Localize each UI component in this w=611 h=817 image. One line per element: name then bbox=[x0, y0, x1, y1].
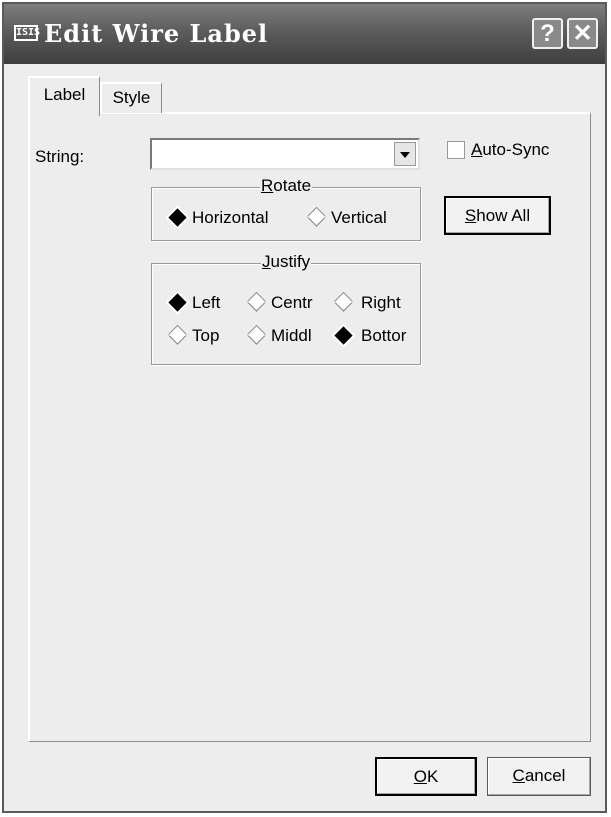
radio-unchecked-icon bbox=[168, 326, 187, 345]
radio-unchecked-icon bbox=[247, 326, 266, 345]
radio-unchecked-icon bbox=[247, 293, 266, 312]
show-all-button[interactable]: Show All bbox=[444, 196, 551, 235]
rotate-legend-rest: otate bbox=[273, 176, 312, 195]
help-button[interactable]: ? bbox=[532, 18, 563, 49]
ok-button[interactable]: OK bbox=[375, 757, 477, 796]
justify-top-radio[interactable] bbox=[166, 324, 190, 348]
title-bar[interactable]: ISIS Edit Wire Label ? ✕ bbox=[4, 4, 605, 64]
rotate-horizontal-label[interactable]: Horizontal bbox=[192, 208, 269, 228]
rotate-vertical-radio[interactable] bbox=[305, 206, 329, 230]
radio-unchecked-icon bbox=[334, 293, 353, 312]
radio-checked-icon bbox=[331, 323, 356, 348]
edit-wire-label-dialog: ISIS Edit Wire Label ? ✕ Label Style Str… bbox=[2, 2, 607, 813]
auto-sync-accel: A bbox=[471, 140, 483, 159]
show-all-label-rest: how All bbox=[476, 206, 531, 225]
justify-left-label[interactable]: Left bbox=[192, 293, 220, 313]
rotate-group: Rotate Horizontal Vertical bbox=[151, 176, 421, 241]
justify-top-label[interactable]: Top bbox=[192, 326, 219, 346]
ok-accel: O bbox=[413, 767, 427, 786]
tab-style[interactable]: Style bbox=[100, 82, 162, 113]
string-dropdown-button[interactable] bbox=[394, 142, 416, 166]
string-label: String: bbox=[35, 147, 85, 166]
close-button[interactable]: ✕ bbox=[567, 18, 598, 49]
justify-right-radio[interactable] bbox=[332, 291, 356, 315]
rotate-accel: R bbox=[261, 176, 274, 195]
justify-group-label: Justify bbox=[261, 252, 312, 272]
justify-left-radio[interactable] bbox=[165, 290, 190, 315]
radio-unchecked-icon bbox=[307, 208, 326, 227]
rotate-group-label: Rotate bbox=[260, 176, 313, 196]
justify-middle-radio[interactable] bbox=[245, 324, 269, 348]
window-title: Edit Wire Label bbox=[44, 19, 269, 48]
justify-right-label[interactable]: Right bbox=[361, 293, 401, 313]
radio-checked-icon bbox=[165, 205, 190, 230]
rotate-vertical-label[interactable]: Vertical bbox=[331, 208, 387, 228]
justify-centre-label[interactable]: Centr bbox=[271, 293, 313, 313]
rotate-horizontal-radio[interactable] bbox=[165, 205, 190, 230]
cancel-label-rest: ancel bbox=[524, 766, 566, 785]
justify-bottom-radio[interactable] bbox=[331, 323, 356, 348]
radio-checked-icon bbox=[165, 290, 190, 315]
justify-centre-radio[interactable] bbox=[245, 291, 269, 315]
justify-legend-rest: ustify bbox=[270, 252, 311, 271]
string-combobox[interactable] bbox=[150, 138, 420, 170]
cancel-accel: C bbox=[512, 766, 525, 785]
justify-middle-label[interactable]: Middl bbox=[271, 326, 312, 346]
ok-label-rest: K bbox=[426, 767, 439, 786]
auto-sync-label[interactable]: Auto-Sync bbox=[471, 140, 549, 160]
isis-app-icon: ISIS bbox=[14, 25, 40, 41]
cancel-button[interactable]: Cancel bbox=[487, 757, 591, 796]
tab-label[interactable]: Label bbox=[28, 76, 100, 116]
justify-bottom-label[interactable]: Bottor bbox=[361, 326, 406, 346]
auto-sync-checkbox[interactable] bbox=[447, 141, 465, 159]
justify-group: Justify Left Centr Right Top Middl Botto… bbox=[151, 252, 421, 365]
close-icon: ✕ bbox=[572, 20, 593, 47]
show-all-accel: S bbox=[464, 206, 477, 225]
auto-sync-label-rest: uto-Sync bbox=[482, 140, 550, 159]
justify-accel: J bbox=[262, 252, 271, 271]
chevron-down-icon bbox=[400, 152, 410, 158]
